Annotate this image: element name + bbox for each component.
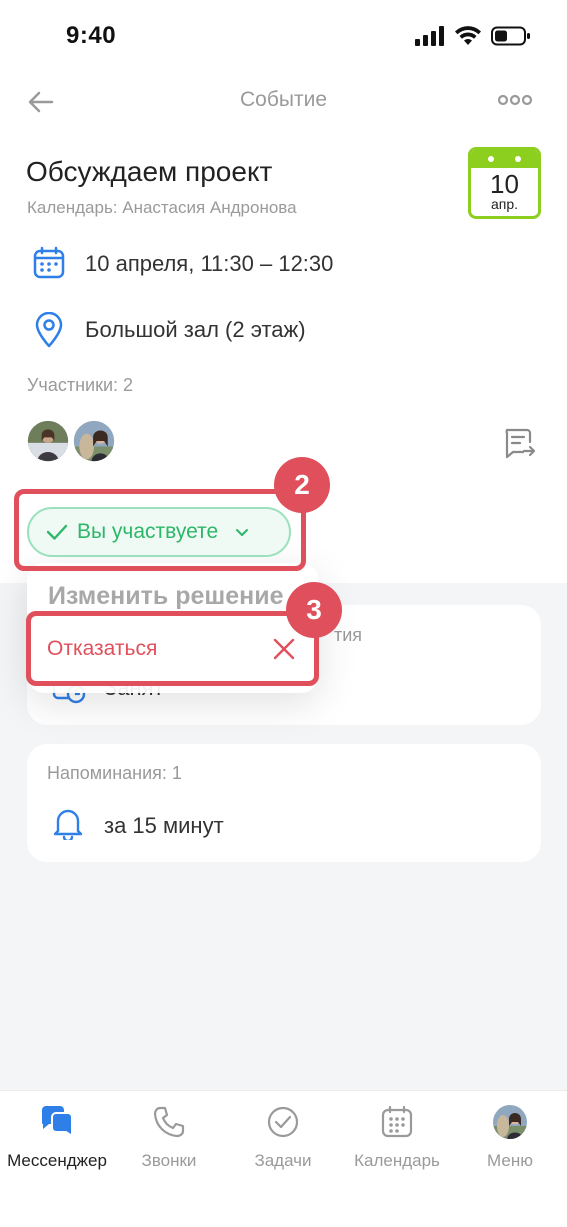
more-options-button[interactable] bbox=[497, 88, 533, 112]
step-3-highlight bbox=[26, 611, 319, 686]
tab-label: Меню bbox=[487, 1151, 533, 1170]
participant-photo bbox=[24, 417, 72, 465]
tab-menu[interactable]: Меню bbox=[455, 1104, 565, 1171]
reminders-card[interactable] bbox=[27, 744, 541, 862]
event-datetime: 10 апреля, 11:30 – 12:30 bbox=[85, 251, 334, 276]
event-title: Обсуждаем проект bbox=[26, 156, 273, 187]
reminders-label: Напоминания: 1 bbox=[47, 763, 182, 783]
tab-label: Звонки bbox=[141, 1151, 197, 1170]
chat-forward-button[interactable] bbox=[502, 427, 536, 464]
date-badge-day: 10 bbox=[490, 169, 519, 199]
avatar bbox=[492, 1104, 528, 1140]
check-circle-icon bbox=[265, 1104, 301, 1140]
participants-label: Участники: 2 bbox=[27, 375, 134, 395]
tab-calendar[interactable]: Календарь bbox=[342, 1104, 452, 1171]
step-3-badge: 3 bbox=[286, 582, 342, 638]
chat-bubbles-icon bbox=[39, 1104, 75, 1140]
calendar-icon bbox=[379, 1104, 415, 1140]
rsvp-menu-heading: Изменить решение bbox=[48, 582, 284, 610]
calendar-icon bbox=[32, 246, 66, 285]
date-badge-band bbox=[471, 150, 538, 168]
wifi-icon bbox=[455, 26, 481, 45]
location-pin-icon bbox=[34, 311, 64, 353]
availability-label: тия bbox=[334, 625, 363, 645]
phone-icon bbox=[151, 1104, 187, 1140]
tab-label: Мессенджер bbox=[7, 1151, 107, 1170]
cellular-signal-icon bbox=[415, 26, 444, 46]
participant-photo bbox=[70, 417, 118, 465]
event-location: Большой зал (2 этаж) bbox=[85, 317, 306, 342]
tab-messenger[interactable]: Мессенджер bbox=[2, 1104, 112, 1171]
date-badge: 10 апр. bbox=[468, 147, 541, 219]
step-2-highlight bbox=[14, 489, 306, 571]
chat-forward-icon bbox=[505, 428, 536, 459]
status-icons bbox=[415, 26, 531, 46]
participant-avatar[interactable] bbox=[70, 417, 118, 470]
bell-icon bbox=[52, 806, 84, 845]
date-badge-dot bbox=[488, 156, 494, 162]
tab-tasks[interactable]: Задачи bbox=[228, 1104, 338, 1171]
battery-icon bbox=[491, 26, 530, 46]
step-2-badge: 2 bbox=[274, 457, 330, 513]
participant-avatar[interactable] bbox=[24, 417, 72, 470]
event-calendar-owner: Календарь: Анастасия Андронова bbox=[27, 198, 297, 217]
tab-label: Календарь bbox=[354, 1151, 440, 1170]
reminder-value: за 15 минут bbox=[104, 813, 224, 838]
more-dots-icon bbox=[497, 94, 533, 106]
tab-calls[interactable]: Звонки bbox=[114, 1104, 224, 1171]
date-badge-dot bbox=[515, 156, 521, 162]
page-title: Событие bbox=[240, 88, 327, 111]
date-badge-month: апр. bbox=[490, 196, 519, 212]
status-time: 9:40 bbox=[66, 22, 117, 49]
tab-label: Задачи bbox=[254, 1151, 312, 1170]
